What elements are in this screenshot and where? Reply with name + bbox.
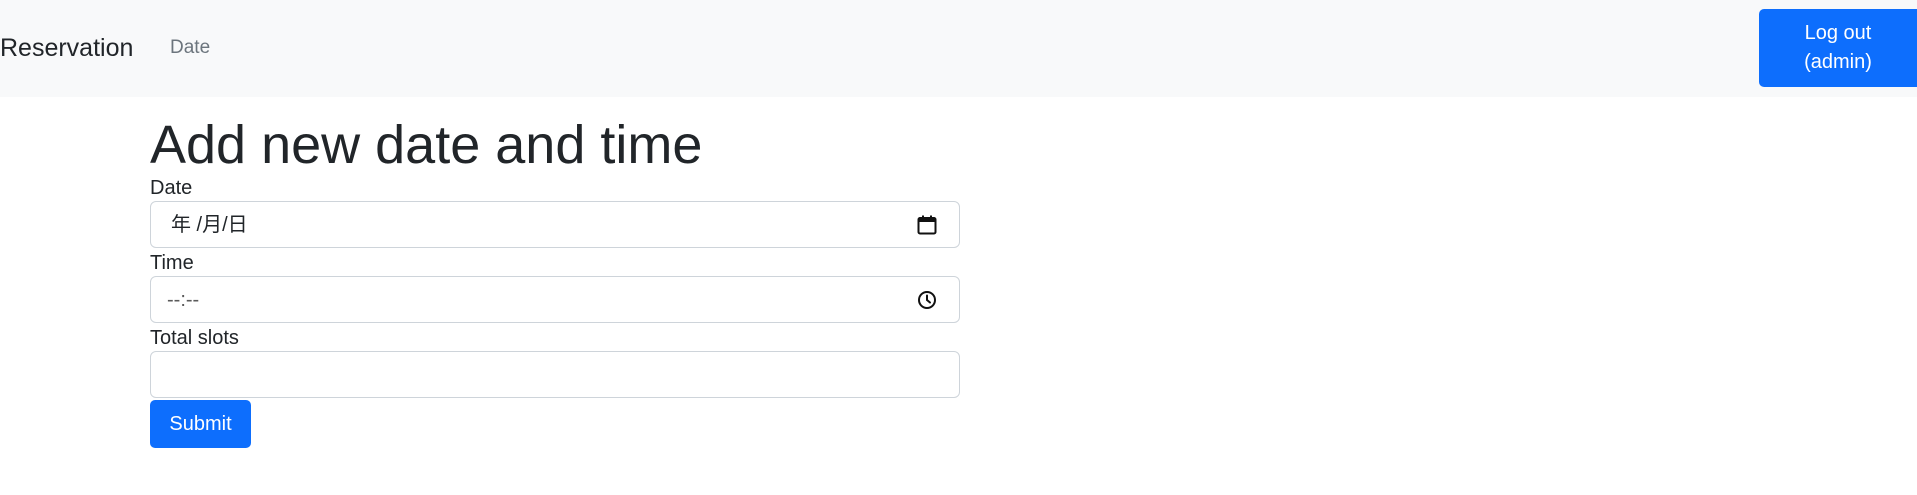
time-input[interactable]: --:-- [150,276,960,323]
logout-button-label: Log out [1804,22,1872,44]
date-input[interactable]: 年 /月/日 [150,201,960,248]
total-slots-input[interactable] [151,352,959,397]
date-input-value: 年 /月/日 [171,214,248,236]
submit-button[interactable]: Submit [150,400,251,448]
clock-icon[interactable] [915,288,939,312]
logout-button[interactable]: Log out (admin) [1759,9,1917,87]
navbar: Reservation Date Log out (admin) [0,0,1917,97]
add-date-form: Date 年 /月/日 Time --:-- Total slots Submi… [150,175,960,448]
page-title: Add new date and time [150,115,703,175]
time-label: Time [150,252,194,274]
total-slots-label: Total slots [150,327,239,349]
navbar-brand[interactable]: Reservation [0,30,133,66]
nav-link-date[interactable]: Date [170,35,210,61]
time-input-value: --:-- [167,289,200,311]
total-slots-field [150,351,960,398]
main-container: Add new date and time Date 年 /月/日 Time -… [150,97,960,448]
logout-button-user: (admin) [1804,51,1872,73]
calendar-icon[interactable] [915,213,939,237]
date-label: Date [150,177,193,199]
